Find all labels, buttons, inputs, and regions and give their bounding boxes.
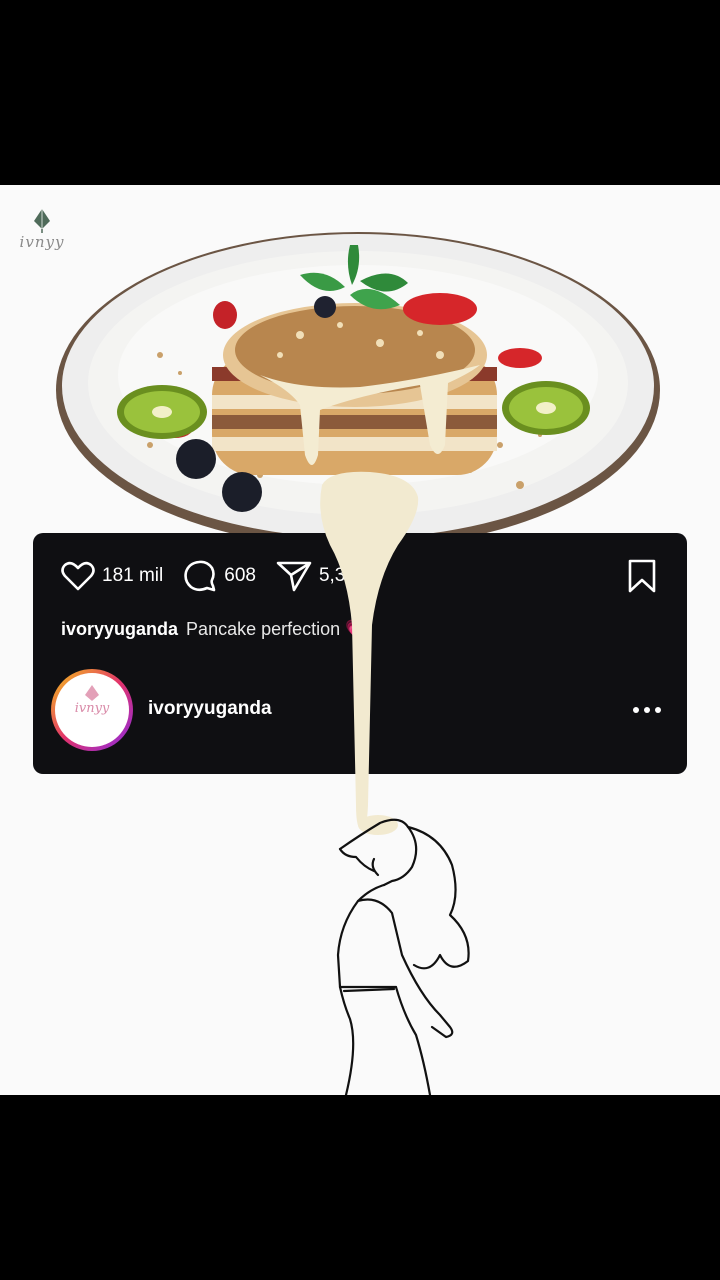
share-count: 5,3 [318,565,346,586]
save-button[interactable] [627,559,657,598]
share-button[interactable]: 5,3 [276,560,345,592]
more-options-button[interactable] [628,707,661,713]
pancake-plate-image [56,232,660,545]
like-button[interactable]: 181 mil [61,561,163,591]
dot-icon [655,707,661,713]
avatar[interactable]: ivnyy [51,669,133,751]
bookmark-icon [628,559,656,593]
comment-count: 608 [224,565,256,586]
profile-username[interactable]: ivoryyuganda [148,698,272,720]
post-actions: 181 mil 608 5,3 [61,559,365,593]
instagram-post-card: 181 mil 608 5,3 ivoryyuganda Pancake perf… [33,533,687,774]
post-frame: ivnyy 181 mil 608 5,3 ivoryyuganda Panca… [0,185,720,1095]
dot-icon [633,707,639,713]
avatar-wordmark: ivnyy [74,701,110,716]
like-count: 181 mil [102,565,164,586]
heart-icon [61,561,95,591]
heart-emoji: 💗 [345,619,368,639]
post-caption: ivoryyuganda Pancake perfection 💗 [61,619,368,640]
comment-icon [184,560,216,592]
send-icon [276,561,312,592]
caption-text: Pancake perfection [186,619,341,639]
dot-icon [644,707,650,713]
comment-button[interactable]: 608 [183,560,256,592]
caption-username[interactable]: ivoryyuganda [61,619,178,639]
girl-illustration [336,818,470,1095]
avatar-image: ivnyy [55,673,129,747]
